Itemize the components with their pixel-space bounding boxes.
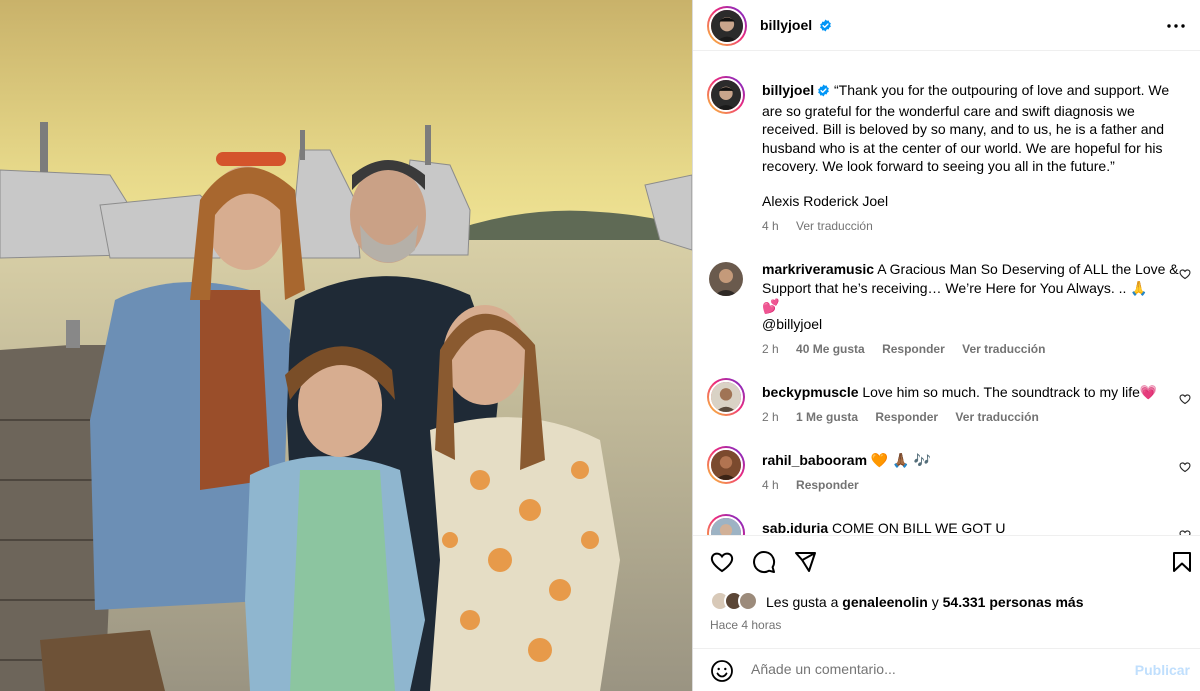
comment-text-block: sab.iduria COME ON BILL WE GOT U bbox=[762, 519, 1192, 535]
author-avatar[interactable] bbox=[707, 6, 747, 46]
comment-like-heart-icon[interactable] bbox=[1179, 267, 1191, 280]
reply-button[interactable]: Responder bbox=[882, 342, 945, 356]
comment-text: 🧡 🙏🏾 🎶 bbox=[870, 452, 931, 468]
liker-username[interactable]: genaleenolin bbox=[842, 594, 928, 610]
add-comment-input[interactable] bbox=[751, 661, 1111, 677]
comment-time[interactable]: 2 h bbox=[762, 410, 779, 424]
comment-likes[interactable]: 40 Me gusta bbox=[796, 342, 865, 356]
comment-meta: 4 h Responder bbox=[762, 478, 873, 492]
comment-text: COME ON BILL WE GOT U bbox=[832, 520, 1006, 535]
reply-button[interactable]: Responder bbox=[796, 478, 859, 492]
more-horizontal-icon[interactable] bbox=[1164, 14, 1188, 38]
comment-likes[interactable]: 1 Me gusta bbox=[796, 410, 858, 424]
comment-like-heart-icon[interactable] bbox=[1179, 392, 1191, 405]
bookmark-icon[interactable] bbox=[1170, 550, 1194, 574]
commenter-avatar[interactable] bbox=[709, 262, 743, 296]
likes-connector: y bbox=[931, 594, 939, 610]
liker-avatar[interactable] bbox=[738, 591, 758, 611]
comment-like-heart-icon[interactable] bbox=[1179, 528, 1191, 535]
author-username[interactable]: billyjoel bbox=[760, 17, 812, 33]
comment-emoji: 💕 bbox=[762, 298, 780, 314]
author-avatar[interactable] bbox=[707, 76, 745, 114]
comment-meta: 2 h 40 Me gusta Responder Ver traducción bbox=[762, 342, 1059, 356]
comment-icon[interactable] bbox=[752, 550, 776, 574]
comment-username[interactable]: beckypmuscle bbox=[762, 384, 859, 400]
caption-text-block: billyjoel “Thank you for the outpouring … bbox=[762, 81, 1192, 176]
translate-button[interactable]: Ver traducción bbox=[962, 342, 1045, 356]
comment-text-block: rahil_babooram 🧡 🙏🏾 🎶 bbox=[762, 451, 1192, 470]
smiley-icon[interactable] bbox=[710, 659, 734, 683]
post-header: billyjoel bbox=[693, 0, 1200, 51]
post-actions-section: Les gusta a genaleenolin y 54.331 person… bbox=[693, 535, 1200, 691]
likes-prefix: Les gusta a bbox=[766, 594, 839, 610]
comment-username[interactable]: rahil_babooram bbox=[762, 452, 867, 468]
likes-count[interactable]: 54.331 personas más bbox=[943, 594, 1084, 610]
add-comment-bar: Publicar bbox=[693, 648, 1200, 691]
post-time[interactable]: Hace 4 horas bbox=[710, 618, 781, 632]
comment-meta: 2 h 1 Me gusta Responder Ver traducción bbox=[762, 410, 1053, 424]
heart-icon[interactable] bbox=[710, 550, 734, 574]
post-photo[interactable] bbox=[0, 0, 692, 691]
comment-text: Love him so much. The soundtrack to my l… bbox=[862, 384, 1158, 400]
verified-badge-icon bbox=[819, 19, 832, 35]
commenter-avatar[interactable] bbox=[707, 514, 745, 535]
comment-text-block: markriveramusic A Gracious Man So Deserv… bbox=[762, 260, 1192, 316]
comment-time[interactable]: 4 h bbox=[762, 478, 779, 492]
caption-translate-button[interactable]: Ver traducción bbox=[796, 219, 873, 233]
comments-scroll-area[interactable]: billyjoel “Thank you for the outpouring … bbox=[693, 52, 1200, 535]
post-side-panel: billyjoel billyjoel “Thank you for the o… bbox=[693, 0, 1200, 691]
caption-username[interactable]: billyjoel bbox=[762, 82, 814, 98]
verified-badge-icon bbox=[817, 83, 830, 102]
comment-text-block: beckypmuscle Love him so much. The sound… bbox=[762, 383, 1192, 402]
caption-signature: Alexis Roderick Joel bbox=[762, 193, 889, 209]
comment-mention-link[interactable]: @billyjoel bbox=[762, 315, 1192, 334]
translate-button[interactable]: Ver traducción bbox=[955, 410, 1038, 424]
commenter-avatar[interactable] bbox=[707, 378, 745, 416]
comment-username[interactable]: markriveramusic bbox=[762, 261, 874, 277]
caption-time[interactable]: 4 h bbox=[762, 219, 779, 233]
comment-like-heart-icon[interactable] bbox=[1179, 460, 1191, 473]
post-comment-button[interactable]: Publicar bbox=[1135, 662, 1190, 678]
reply-button[interactable]: Responder bbox=[875, 410, 938, 424]
commenter-avatar[interactable] bbox=[707, 446, 745, 484]
caption-meta: 4 h Ver traducción bbox=[762, 219, 887, 233]
likes-summary: Les gusta a genaleenolin y 54.331 person… bbox=[766, 594, 1084, 610]
comment-username[interactable]: sab.iduria bbox=[762, 520, 828, 535]
send-icon[interactable] bbox=[793, 550, 817, 574]
comment-time[interactable]: 2 h bbox=[762, 342, 779, 356]
